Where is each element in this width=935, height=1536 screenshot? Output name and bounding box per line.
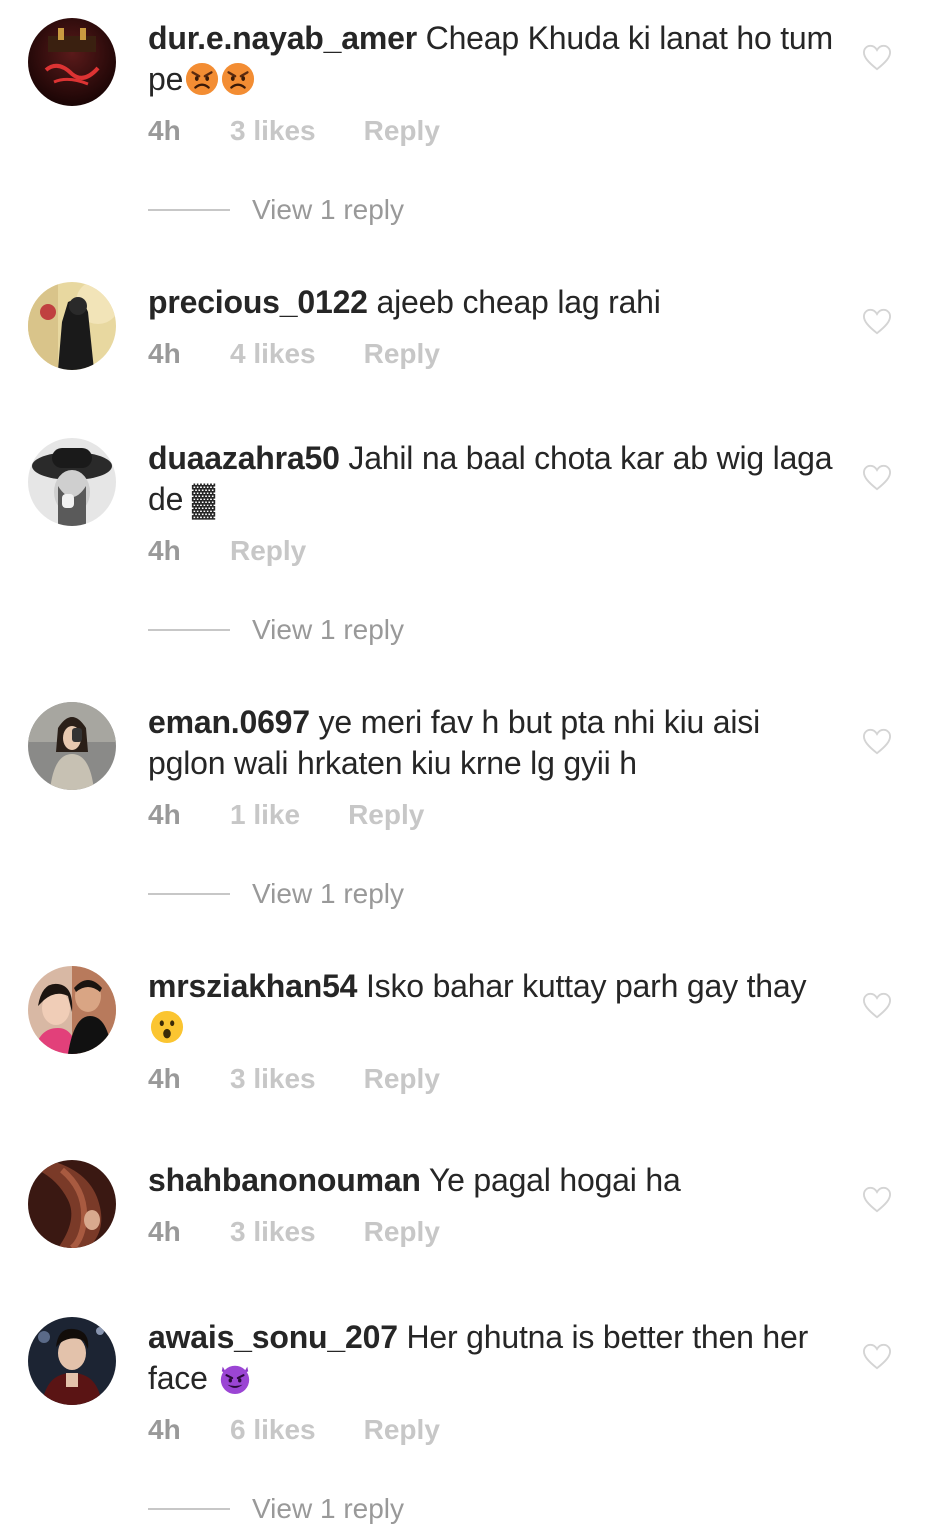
avatar[interactable]	[28, 702, 116, 790]
comment-meta: 4h 3 likes Reply	[148, 114, 838, 148]
comment-likes[interactable]: 3 likes	[230, 1215, 316, 1249]
reply-button[interactable]: Reply	[364, 1062, 440, 1096]
comment-username[interactable]: awais_sonu_207	[148, 1319, 398, 1355]
comment-text: dur.e.nayab_amer Cheap Khuda ki lanat ho…	[148, 18, 838, 100]
surprised-face-icon	[150, 1010, 184, 1044]
heart-icon[interactable]	[862, 44, 892, 72]
angry-face-icon	[185, 62, 219, 96]
comment-meta: 4h 4 likes Reply	[148, 337, 838, 371]
comment-username[interactable]: dur.e.nayab_amer	[148, 20, 417, 56]
heart-icon[interactable]	[862, 728, 892, 756]
avatar[interactable]	[28, 438, 116, 526]
comment-time: 4h	[148, 1063, 181, 1094]
angry-face-icon	[221, 62, 255, 96]
comment-text: eman.0697 ye meri fav h but pta nhi kiu …	[148, 702, 838, 784]
comment-message: ajeeb cheap lag rahi	[376, 284, 661, 320]
comment-message: Ye pagal hogai ha	[428, 1162, 681, 1198]
heart-icon[interactable]	[862, 1343, 892, 1371]
comment-username[interactable]: precious_0122	[148, 284, 368, 320]
comment-text: duaazahra50 Jahil na baal chota kar ab w…	[148, 438, 838, 520]
view-replies-label: View 1 reply	[252, 878, 405, 909]
avatar[interactable]	[28, 1317, 116, 1405]
avatar[interactable]	[28, 1160, 116, 1248]
comment-time: 4h	[148, 535, 181, 566]
comment-text: shahbanonouman Ye pagal hogai ha	[148, 1160, 838, 1201]
comment-username[interactable]: eman.0697	[148, 704, 310, 740]
comment-username[interactable]: duaazahra50	[148, 440, 340, 476]
comment-time: 4h	[148, 1414, 181, 1445]
comment-text: precious_0122 ajeeb cheap lag rahi	[148, 282, 838, 323]
reply-button[interactable]: Reply	[364, 1413, 440, 1447]
reply-divider-line	[148, 209, 230, 211]
heart-icon[interactable]	[862, 464, 892, 492]
comment-likes[interactable]: 1 like	[230, 798, 300, 832]
view-replies-button[interactable]: View 1 reply	[148, 1492, 404, 1526]
comment-message: Isko bahar kuttay parh gay thay	[365, 968, 807, 1004]
reply-button[interactable]: Reply	[364, 337, 440, 371]
avatar[interactable]	[28, 282, 116, 370]
comment-likes[interactable]: 6 likes	[230, 1413, 316, 1447]
reply-button[interactable]: Reply	[230, 534, 306, 568]
comment-likes[interactable]: 3 likes	[230, 114, 316, 148]
reply-button[interactable]: Reply	[364, 1215, 440, 1249]
view-replies-button[interactable]: View 1 reply	[148, 613, 404, 647]
view-replies-label: View 1 reply	[252, 1493, 405, 1524]
reply-button[interactable]: Reply	[364, 114, 440, 148]
comment-username[interactable]: mrsziakhan54	[148, 968, 357, 1004]
comment-time: 4h	[148, 115, 181, 146]
view-replies-button[interactable]: View 1 reply	[148, 193, 404, 227]
heart-icon[interactable]	[862, 1186, 892, 1214]
comment-time: 4h	[148, 799, 181, 830]
view-replies-label: View 1 reply	[252, 194, 405, 225]
reply-divider-line	[148, 1508, 230, 1510]
comment-likes[interactable]: 4 likes	[230, 337, 316, 371]
comment-text: awais_sonu_207 Her ghutna is better then…	[148, 1317, 838, 1399]
comment-meta: 4h Reply	[148, 534, 838, 568]
view-replies-label: View 1 reply	[252, 614, 405, 645]
heart-icon[interactable]	[862, 992, 892, 1020]
comment-likes[interactable]: 3 likes	[230, 1062, 316, 1096]
comment-meta: 4h 3 likes Reply	[148, 1215, 838, 1249]
comment-meta: 4h 6 likes Reply	[148, 1413, 838, 1447]
comment-text: mrsziakhan54 Isko bahar kuttay parh gay …	[148, 966, 838, 1048]
heart-icon[interactable]	[862, 308, 892, 336]
comment-meta: 4h 1 like Reply	[148, 798, 838, 832]
view-replies-button[interactable]: View 1 reply	[148, 877, 404, 911]
comment-meta: 4h 3 likes Reply	[148, 1062, 838, 1096]
comment-time: 4h	[148, 338, 181, 369]
devil-face-icon	[218, 1361, 252, 1395]
reply-divider-line	[148, 629, 230, 631]
reply-button[interactable]: Reply	[348, 798, 424, 832]
avatar[interactable]	[28, 18, 116, 106]
reply-divider-line	[148, 893, 230, 895]
avatar[interactable]	[28, 966, 116, 1054]
comment-username[interactable]: shahbanonouman	[148, 1162, 421, 1198]
comment-time: 4h	[148, 1216, 181, 1247]
